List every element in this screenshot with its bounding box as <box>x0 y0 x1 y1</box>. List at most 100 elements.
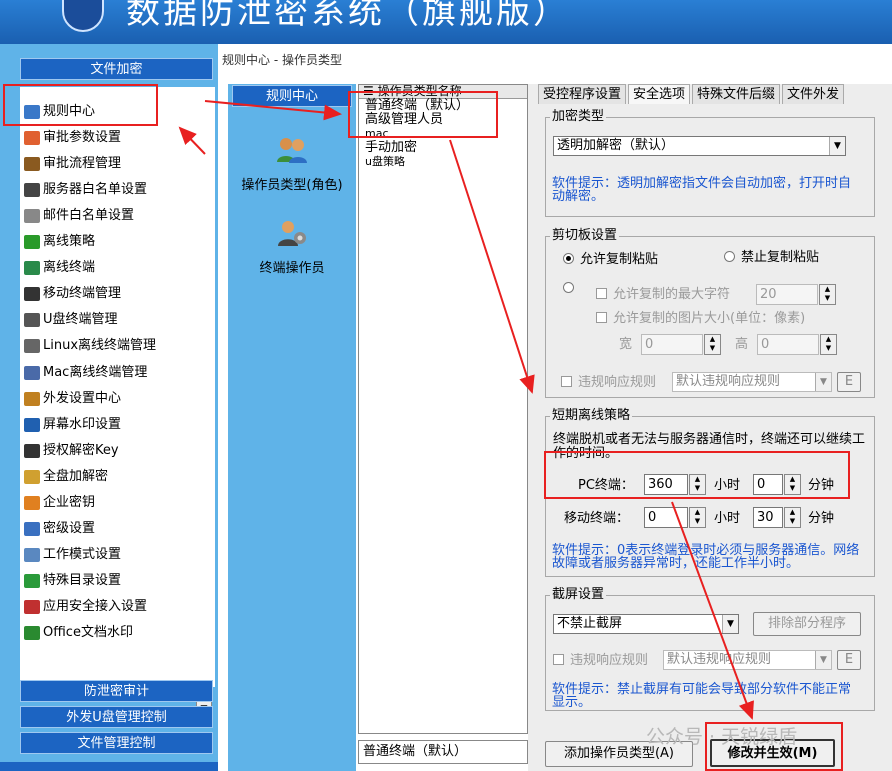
radio-unchecked-icon <box>563 282 574 293</box>
max-chars-spinner[interactable]: ▲ ▼ <box>819 284 836 305</box>
sidebar-item-label: U盘终端管理 <box>43 312 118 328</box>
sidebar-item-20[interactable]: Office文档水印 <box>24 622 133 644</box>
radio-checked-icon <box>563 253 574 264</box>
role-column-header[interactable]: ☰ 操作员类型名称 <box>359 85 527 99</box>
mobile-hours-spinner[interactable]: ▲ ▼ <box>689 507 706 528</box>
sidebar-header-file-encrypt[interactable]: 文件加密 <box>20 58 213 80</box>
checkbox-icon <box>561 376 572 387</box>
terminal-operator-item[interactable]: 终端操作员 <box>228 219 356 276</box>
sidebar-item-3[interactable]: 服务器白名单设置 <box>24 179 147 201</box>
mobile-minutes-unit: 分钟 <box>808 511 835 526</box>
radio-unchecked-icon <box>724 251 735 262</box>
title-banner: 数据防泄密系统（旗舰版） <box>0 0 892 44</box>
sidebar-item-icon <box>24 626 40 640</box>
clip-violation-label: 违规响应规则 <box>578 375 657 390</box>
tab-controlled-programs[interactable]: 受控程序设置 <box>538 84 627 104</box>
allow-copy-radio[interactable]: 允许复制粘贴 <box>563 252 658 268</box>
sidebar-item-17[interactable]: 工作模式设置 <box>24 544 121 566</box>
pc-minutes-spinner[interactable]: ▲ ▼ <box>784 474 801 495</box>
sidebar-item-label: 密级设置 <box>43 520 96 536</box>
sidebar-item-7[interactable]: 移动终端管理 <box>24 283 121 305</box>
sidebar-item-9[interactable]: Linux离线终端管理 <box>24 335 156 357</box>
limit-copy-radio[interactable] <box>563 281 580 297</box>
shot-violation-select[interactable]: 默认违规响应规则 ▼ <box>663 650 832 670</box>
height-label: 高 <box>735 337 749 352</box>
pc-hours-spinner[interactable]: ▲ ▼ <box>689 474 706 495</box>
sidebar-item-12[interactable]: 屏幕水印设置 <box>24 414 121 436</box>
image-size-checkbox[interactable]: 允许复制的图片大小(单位：像素) <box>596 311 805 327</box>
mobile-hours-unit: 小时 <box>714 511 741 526</box>
sidebar-item-6[interactable]: 离线终端 <box>24 257 95 279</box>
role-item[interactable]: 高级管理人员 <box>359 113 527 127</box>
offline-label: 短期离线策略 <box>550 408 633 423</box>
allow-copy-label: 允许复制粘贴 <box>580 252 659 267</box>
offline-desc: 终端脱机或者无法与服务器通信时，终端还可以继续工作的时间。 <box>553 432 866 461</box>
clip-edit-button[interactable]: E <box>837 372 861 392</box>
sidebar-item-14[interactable]: 全盘加解密 <box>24 466 108 488</box>
operator-type-item[interactable]: 操作员类型(角色) <box>228 136 356 193</box>
clip-violation-checkbox[interactable]: 违规响应规则 <box>561 375 656 391</box>
sidebar-section-usb[interactable]: 外发U盘管理控制 <box>20 706 213 728</box>
mobile-hours-input[interactable]: 0 <box>644 507 688 528</box>
sidebar-item-10[interactable]: Mac离线终端管理 <box>24 362 147 384</box>
pc-hours-input[interactable]: 360 <box>644 474 688 495</box>
sidebar-item-16[interactable]: 密级设置 <box>24 518 95 540</box>
sidebar-item-label: 特殊目录设置 <box>43 572 122 588</box>
sidebar-item-label: 审批参数设置 <box>43 130 122 146</box>
watermark: 公众号 · 天锐绿盾 <box>646 726 798 748</box>
width-input[interactable]: 0 <box>641 334 703 355</box>
sidebar-item-0[interactable]: 规则中心 <box>24 101 95 123</box>
checkbox-icon <box>596 312 607 323</box>
shot-violation-value: 默认违规响应规则 <box>667 652 772 667</box>
screenshot-label: 截屏设置 <box>550 587 607 602</box>
sidebar-item-8[interactable]: U盘终端管理 <box>24 309 118 331</box>
role-item[interactable]: mac <box>359 127 527 141</box>
role-item[interactable]: 手动加密 <box>359 141 527 155</box>
sidebar-item-5[interactable]: 离线策略 <box>24 231 95 253</box>
sidebar-section-audit[interactable]: 防泄密审计 <box>20 680 213 702</box>
mobile-minutes-spinner[interactable]: ▲ ▼ <box>784 507 801 528</box>
tab-special-suffix[interactable]: 特殊文件后缀 <box>692 84 781 104</box>
sidebar-item-label: 屏幕水印设置 <box>43 416 122 432</box>
forbid-copy-radio[interactable]: 禁止复制粘贴 <box>724 250 819 266</box>
sidebar-item-11[interactable]: 外发设置中心 <box>24 388 121 410</box>
clip-violation-select[interactable]: 默认违规响应规则 ▼ <box>672 372 832 392</box>
sidebar-item-13[interactable]: 授权解密Key <box>24 440 119 462</box>
shot-edit-button[interactable]: E <box>837 650 861 670</box>
height-spinner[interactable]: ▲ ▼ <box>820 334 837 355</box>
encrypt-type-label: 加密类型 <box>550 109 607 124</box>
sidebar-item-icon <box>24 157 40 172</box>
width-spinner[interactable]: ▲ ▼ <box>704 334 721 355</box>
users-icon <box>277 138 307 163</box>
tab-security-options[interactable]: 安全选项 <box>628 84 691 104</box>
mobile-minutes-input[interactable]: 30 <box>753 507 783 528</box>
sidebar-item-18[interactable]: 特殊目录设置 <box>24 570 121 592</box>
sidebar-item-19[interactable]: 应用安全接入设置 <box>24 596 147 618</box>
role-item[interactable]: 普通终端（默认） <box>359 99 527 113</box>
sidebar-item-label: Office文档水印 <box>43 625 133 640</box>
sidebar-item-icon <box>24 417 40 432</box>
exclude-programs-button[interactable]: 排除部分程序 <box>753 612 861 636</box>
tab-file-outgoing[interactable]: 文件外发 <box>782 84 845 104</box>
pc-hours-unit: 小时 <box>714 478 741 493</box>
sidebar-item-2[interactable]: 审批流程管理 <box>24 153 121 175</box>
dropdown-arrow-icon: ▼ <box>829 137 845 155</box>
sidebar-item-4[interactable]: 邮件白名单设置 <box>24 205 134 227</box>
screenshot-select[interactable]: 不禁止截屏 ▼ <box>553 614 739 634</box>
sidebar-item-1[interactable]: 审批参数设置 <box>24 127 121 149</box>
height-input[interactable]: 0 <box>757 334 819 355</box>
pc-minutes-input[interactable]: 0 <box>753 474 783 495</box>
rule-center-header[interactable]: 规则中心 <box>232 85 352 107</box>
max-chars-input[interactable]: 20 <box>756 284 818 305</box>
sidebar-item-label: 服务器白名单设置 <box>43 182 148 198</box>
sidebar-section-file-mgmt[interactable]: 文件管理控制 <box>20 732 213 754</box>
sidebar-item-label: 授权解密Key <box>43 442 119 458</box>
shot-violation-checkbox[interactable]: 违规响应规则 <box>553 653 648 669</box>
encrypt-type-select[interactable]: 透明加解密（默认） ▼ <box>553 136 846 156</box>
role-item[interactable]: u盘策略 <box>359 155 527 169</box>
sidebar-item-15[interactable]: 企业密钥 <box>24 492 95 514</box>
max-chars-checkbox[interactable]: 允许复制的最大字符 <box>596 287 730 303</box>
breadcrumb: 规则中心 - 操作员类型 <box>222 53 342 67</box>
selected-role-field[interactable]: 普通终端（默认） <box>358 740 528 764</box>
clipboard-label: 剪切板设置 <box>550 228 620 243</box>
